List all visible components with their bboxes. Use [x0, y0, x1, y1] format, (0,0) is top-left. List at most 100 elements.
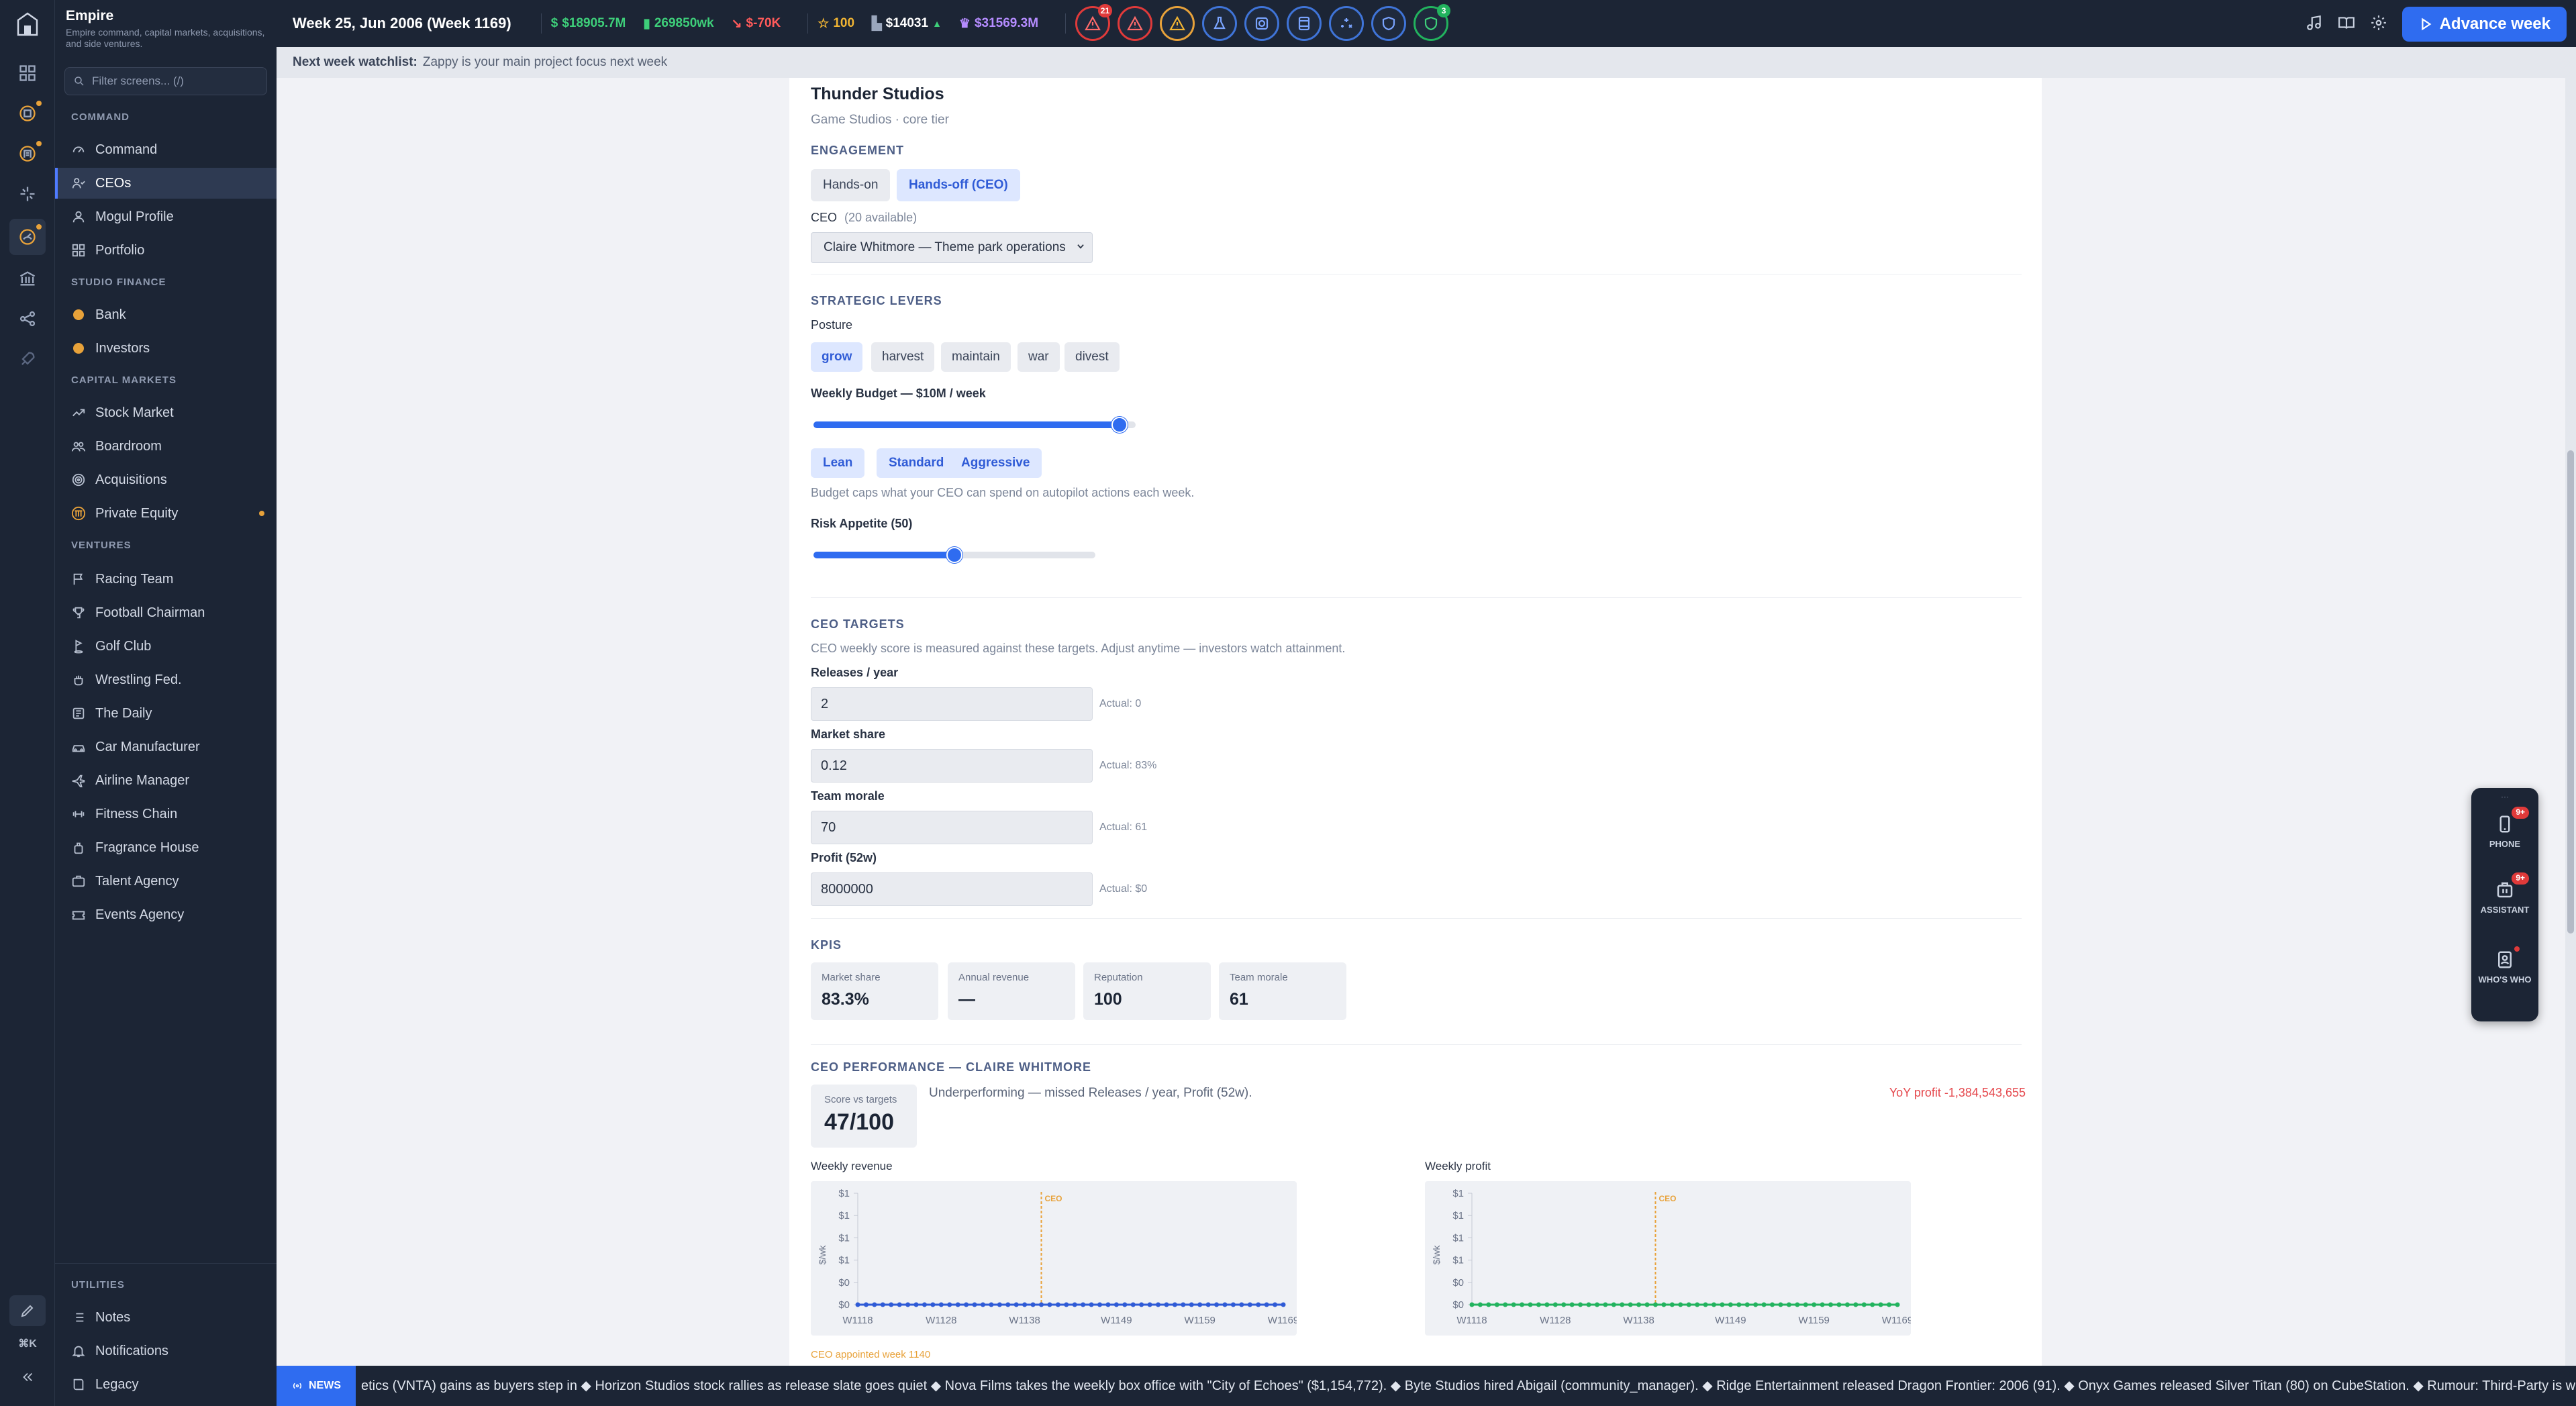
whos-who-button[interactable]: WHO'S WHO: [2471, 937, 2538, 997]
alert-warning-button[interactable]: 21: [1075, 4, 1113, 41]
data-point: [1113, 1302, 1119, 1307]
sidebar-item-stock-market[interactable]: Stock Market: [55, 397, 277, 428]
awards-button[interactable]: [1371, 6, 1407, 41]
data-point: [1089, 1302, 1094, 1307]
market-share-input[interactable]: 0.12: [811, 749, 1093, 783]
rocket-icon[interactable]: [9, 341, 46, 377]
profit-input[interactable]: 8000000: [811, 872, 1093, 906]
sidebar-item-acquisitions[interactable]: Acquisitions: [55, 464, 277, 495]
flag-icon: [73, 573, 83, 585]
sidebar-item-bank[interactable]: Bank: [55, 299, 277, 330]
data-point: [1230, 1302, 1236, 1307]
sidebar-item-fragrance-house[interactable]: Fragrance House: [55, 832, 277, 863]
ceo-select[interactable]: Claire Whitmore — Theme park operations: [811, 232, 1093, 263]
engagement-hands-off[interactable]: Hands-off (CEO): [897, 169, 1020, 201]
films-button[interactable]: [1287, 6, 1322, 41]
sidebar-item-portfolio[interactable]: Portfolio: [55, 235, 277, 266]
main-scrollbar[interactable]: [2565, 78, 2576, 1366]
sidebar-item-ceos[interactable]: CEOs: [55, 168, 277, 199]
sidebar-item-car-manufacturer[interactable]: Car Manufacturer: [55, 732, 277, 762]
guide-button[interactable]: [2338, 14, 2355, 35]
ideas-button[interactable]: [1329, 6, 1365, 41]
sparkle-icon[interactable]: [9, 176, 46, 212]
studio-icon[interactable]: [9, 95, 46, 132]
media-button[interactable]: [1244, 6, 1280, 41]
assistant-button[interactable]: ASSISTANT 9+: [2471, 867, 2538, 927]
command-palette-shortcut[interactable]: ⌘K: [9, 1330, 46, 1357]
data-point: [1064, 1302, 1069, 1307]
budget-preset-standard[interactable]: Standard: [877, 448, 956, 478]
posture-grow[interactable]: grow: [811, 342, 863, 372]
research-button[interactable]: [1202, 6, 1238, 41]
stock-price-stat[interactable]: ▙ $14031 ▲: [872, 16, 942, 32]
filter-screens-input[interactable]: [92, 74, 253, 88]
health-button[interactable]: 3: [1414, 4, 1451, 41]
data-point: [1511, 1302, 1516, 1307]
change-stat[interactable]: ↘ $-70K: [732, 16, 781, 32]
settings-button[interactable]: [2370, 14, 2387, 35]
trend-down-icon: ↘: [731, 16, 742, 31]
share-icon[interactable]: [9, 301, 46, 337]
book-open-icon: [2338, 16, 2355, 29]
weekly-budget-slider[interactable]: [813, 417, 1136, 433]
posture-divest[interactable]: divest: [1064, 342, 1120, 372]
sidebar-item-notes[interactable]: Notes: [55, 1302, 277, 1333]
briefcase-icon: [2497, 882, 2513, 897]
music-button[interactable]: [2306, 14, 2323, 35]
slider-handle[interactable]: [1111, 417, 1128, 433]
sidebar-item-airline-manager[interactable]: Airline Manager: [55, 765, 277, 796]
releases-input[interactable]: 2: [811, 687, 1093, 721]
sidebar-item-notifications[interactable]: Notifications: [55, 1336, 277, 1366]
news-tag[interactable]: NEWS: [277, 1366, 356, 1406]
sidebar-item-fitness-chain[interactable]: Fitness Chain: [55, 799, 277, 830]
income-stat[interactable]: ▮ 269850wk: [643, 16, 713, 32]
kpi-market-share: Market share 83.3%: [811, 962, 938, 1020]
drag-handle[interactable]: ···: [2471, 792, 2538, 801]
sidebar-item-command[interactable]: Command: [55, 134, 277, 165]
collapse-sidebar-button[interactable]: [9, 1362, 46, 1392]
bank-icon[interactable]: [9, 260, 46, 297]
scrollbar-thumb[interactable]: [2567, 450, 2574, 934]
x-tick-label: W1159: [1798, 1315, 1829, 1326]
alert-caution-button[interactable]: [1160, 6, 1195, 41]
team-morale-input[interactable]: 70: [811, 811, 1093, 844]
posture-maintain[interactable]: maintain: [941, 342, 1011, 372]
sidebar-item-mogul-profile[interactable]: Mogul Profile: [55, 201, 277, 232]
risk-appetite-slider[interactable]: [813, 547, 1095, 563]
briefcase-icon: [72, 875, 85, 887]
posture-war[interactable]: war: [1018, 342, 1060, 372]
data-point: [972, 1302, 977, 1307]
sidebar-item-private-equity[interactable]: Private Equity: [55, 498, 277, 529]
advance-week-button[interactable]: Advance week: [2401, 7, 2567, 42]
empire-icon[interactable]: [9, 219, 46, 255]
reputation-stat[interactable]: ☆ 100: [818, 16, 854, 32]
sidebar-item-events-agency[interactable]: Events Agency: [55, 899, 277, 930]
budget-preset-aggressive[interactable]: Aggressive: [949, 448, 1042, 478]
y-tick-label: $0: [838, 1277, 850, 1289]
filter-box[interactable]: [64, 67, 267, 95]
alert-danger-button[interactable]: [1118, 6, 1153, 41]
sidebar-item-racing-team[interactable]: Racing Team: [55, 564, 277, 595]
sidebar-item-wrestling-fed[interactable]: Wrestling Fed.: [55, 664, 277, 695]
bottle-icon: [74, 842, 83, 854]
dashboard-icon[interactable]: [9, 55, 46, 91]
sidebar-item-talent-agency[interactable]: Talent Agency: [55, 866, 277, 897]
sidebar-item-boardroom[interactable]: Boardroom: [55, 431, 277, 462]
budget-preset-lean[interactable]: Lean: [811, 448, 865, 478]
engagement-hands-on[interactable]: Hands-on: [811, 169, 891, 201]
building-icon[interactable]: [9, 136, 46, 172]
posture-harvest[interactable]: harvest: [871, 342, 935, 372]
sidebar-item-investors[interactable]: Investors: [55, 333, 277, 364]
phone-button[interactable]: PHONE 9+: [2471, 801, 2538, 862]
studio-subtitle: Game Studios · core tier: [811, 113, 949, 127]
trend-up-icon: [72, 409, 85, 417]
slider-handle[interactable]: [946, 547, 962, 563]
sidebar-item-golf-club[interactable]: Golf Club: [55, 631, 277, 662]
cash-stat[interactable]: $ $18905.7M: [551, 16, 626, 31]
sidebar-item-football-chairman[interactable]: Football Chairman: [55, 597, 277, 628]
sidebar-item-the-daily[interactable]: The Daily: [55, 698, 277, 729]
edit-button[interactable]: [9, 1295, 46, 1326]
ceo-field-label: CEO (20 available): [811, 211, 918, 224]
sidebar-item-legacy[interactable]: Legacy: [55, 1369, 277, 1400]
valuation-stat[interactable]: ♛ $31569.3M: [959, 16, 1038, 32]
